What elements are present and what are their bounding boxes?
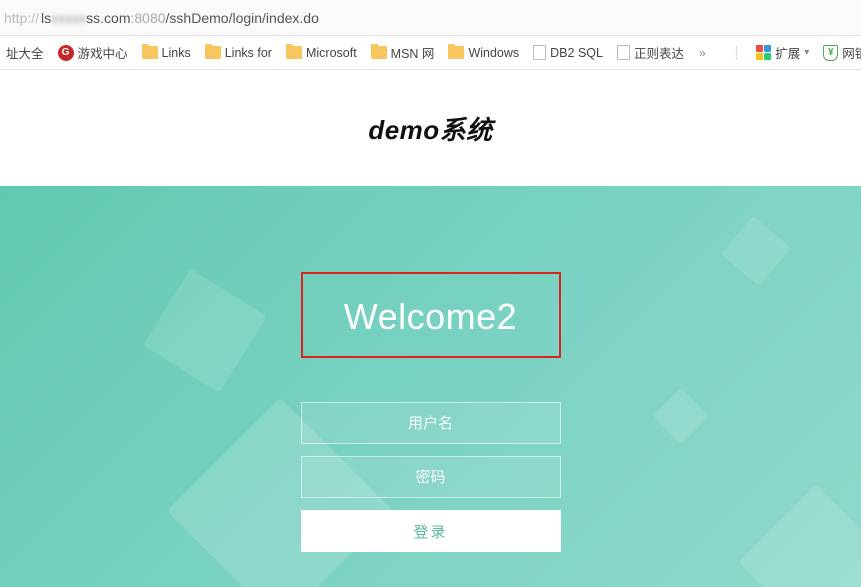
bookmark-game-center[interactable]: G 游戏中心 — [56, 41, 130, 64]
extensions-label: 扩展 — [775, 43, 800, 62]
login-hero: Welcome2 登录 — [0, 186, 861, 587]
password-input[interactable] — [301, 456, 561, 498]
username-input[interactable] — [301, 402, 561, 444]
decor-square — [721, 216, 791, 286]
folder-icon — [371, 46, 387, 59]
bookmark-label: Links for — [225, 46, 272, 60]
bookmark-label: 址大全 — [6, 43, 44, 62]
bookmark-label: DB2 SQL — [550, 46, 603, 60]
bookmark-db2-sql[interactable]: DB2 SQL — [531, 43, 605, 62]
url-host-end: ss.com — [86, 10, 130, 26]
url-scheme: http:// — [4, 10, 39, 26]
apps-icon — [756, 45, 771, 60]
welcome-highlight: Welcome2 — [301, 272, 561, 358]
bookmark-label: Microsoft — [306, 46, 357, 60]
brand-header: demo系统 — [0, 70, 861, 186]
url-path: /sshDemo/login/index.do — [166, 10, 319, 26]
decor-square — [738, 484, 861, 587]
bookmark-microsoft[interactable]: Microsoft — [284, 44, 359, 62]
bookmark-label: 正则表达 — [634, 43, 684, 62]
decor-square — [143, 269, 267, 393]
bookmark-windows[interactable]: Windows — [446, 44, 521, 62]
bookmark-label: MSN 网 — [391, 43, 435, 62]
file-icon — [617, 45, 630, 60]
bookmark-links[interactable]: Links — [140, 44, 193, 62]
url-host-redacted: xxxxx — [51, 10, 86, 26]
login-box: Welcome2 登录 — [301, 272, 561, 552]
bookmark-links-for[interactable]: Links for — [203, 44, 274, 62]
chevron-down-icon: ▾ — [804, 47, 809, 58]
overflow-chevron-icon[interactable]: » — [696, 46, 709, 60]
bookmark-msn[interactable]: MSN 网 — [369, 41, 437, 64]
login-button[interactable]: 登录 — [301, 510, 561, 552]
toolbar-separator: ┊ — [733, 45, 741, 60]
folder-icon — [286, 46, 302, 59]
decor-square — [653, 388, 710, 445]
bookmark-regex[interactable]: 正则表达 — [615, 41, 686, 64]
url-host-start: ls — [41, 10, 51, 26]
bookmark-label: Windows — [468, 46, 519, 60]
folder-icon — [205, 46, 221, 59]
brand-title: demo系统 — [368, 110, 492, 147]
bank-button[interactable]: ¥ 网银 — [821, 41, 861, 64]
bank-label: 网银 — [842, 43, 861, 62]
file-icon — [533, 45, 546, 60]
folder-icon — [142, 46, 158, 59]
bookmarks-bar: 址大全 G 游戏中心 Links Links for Microsoft MSN… — [0, 36, 861, 70]
bookmark-label: Links — [162, 46, 191, 60]
bookmark-sites[interactable]: 址大全 — [4, 41, 46, 64]
address-bar[interactable]: http:// ls xxxxx ss.com :8080 /sshDemo/l… — [0, 0, 861, 36]
folder-icon — [448, 46, 464, 59]
extensions-button[interactable]: 扩展 ▾ — [754, 41, 811, 64]
welcome-text: Welcome2 — [313, 296, 549, 338]
bookmark-label: 游戏中心 — [78, 43, 128, 62]
game-icon: G — [58, 45, 74, 61]
url-port: :8080 — [131, 10, 166, 26]
shield-icon: ¥ — [823, 45, 838, 61]
